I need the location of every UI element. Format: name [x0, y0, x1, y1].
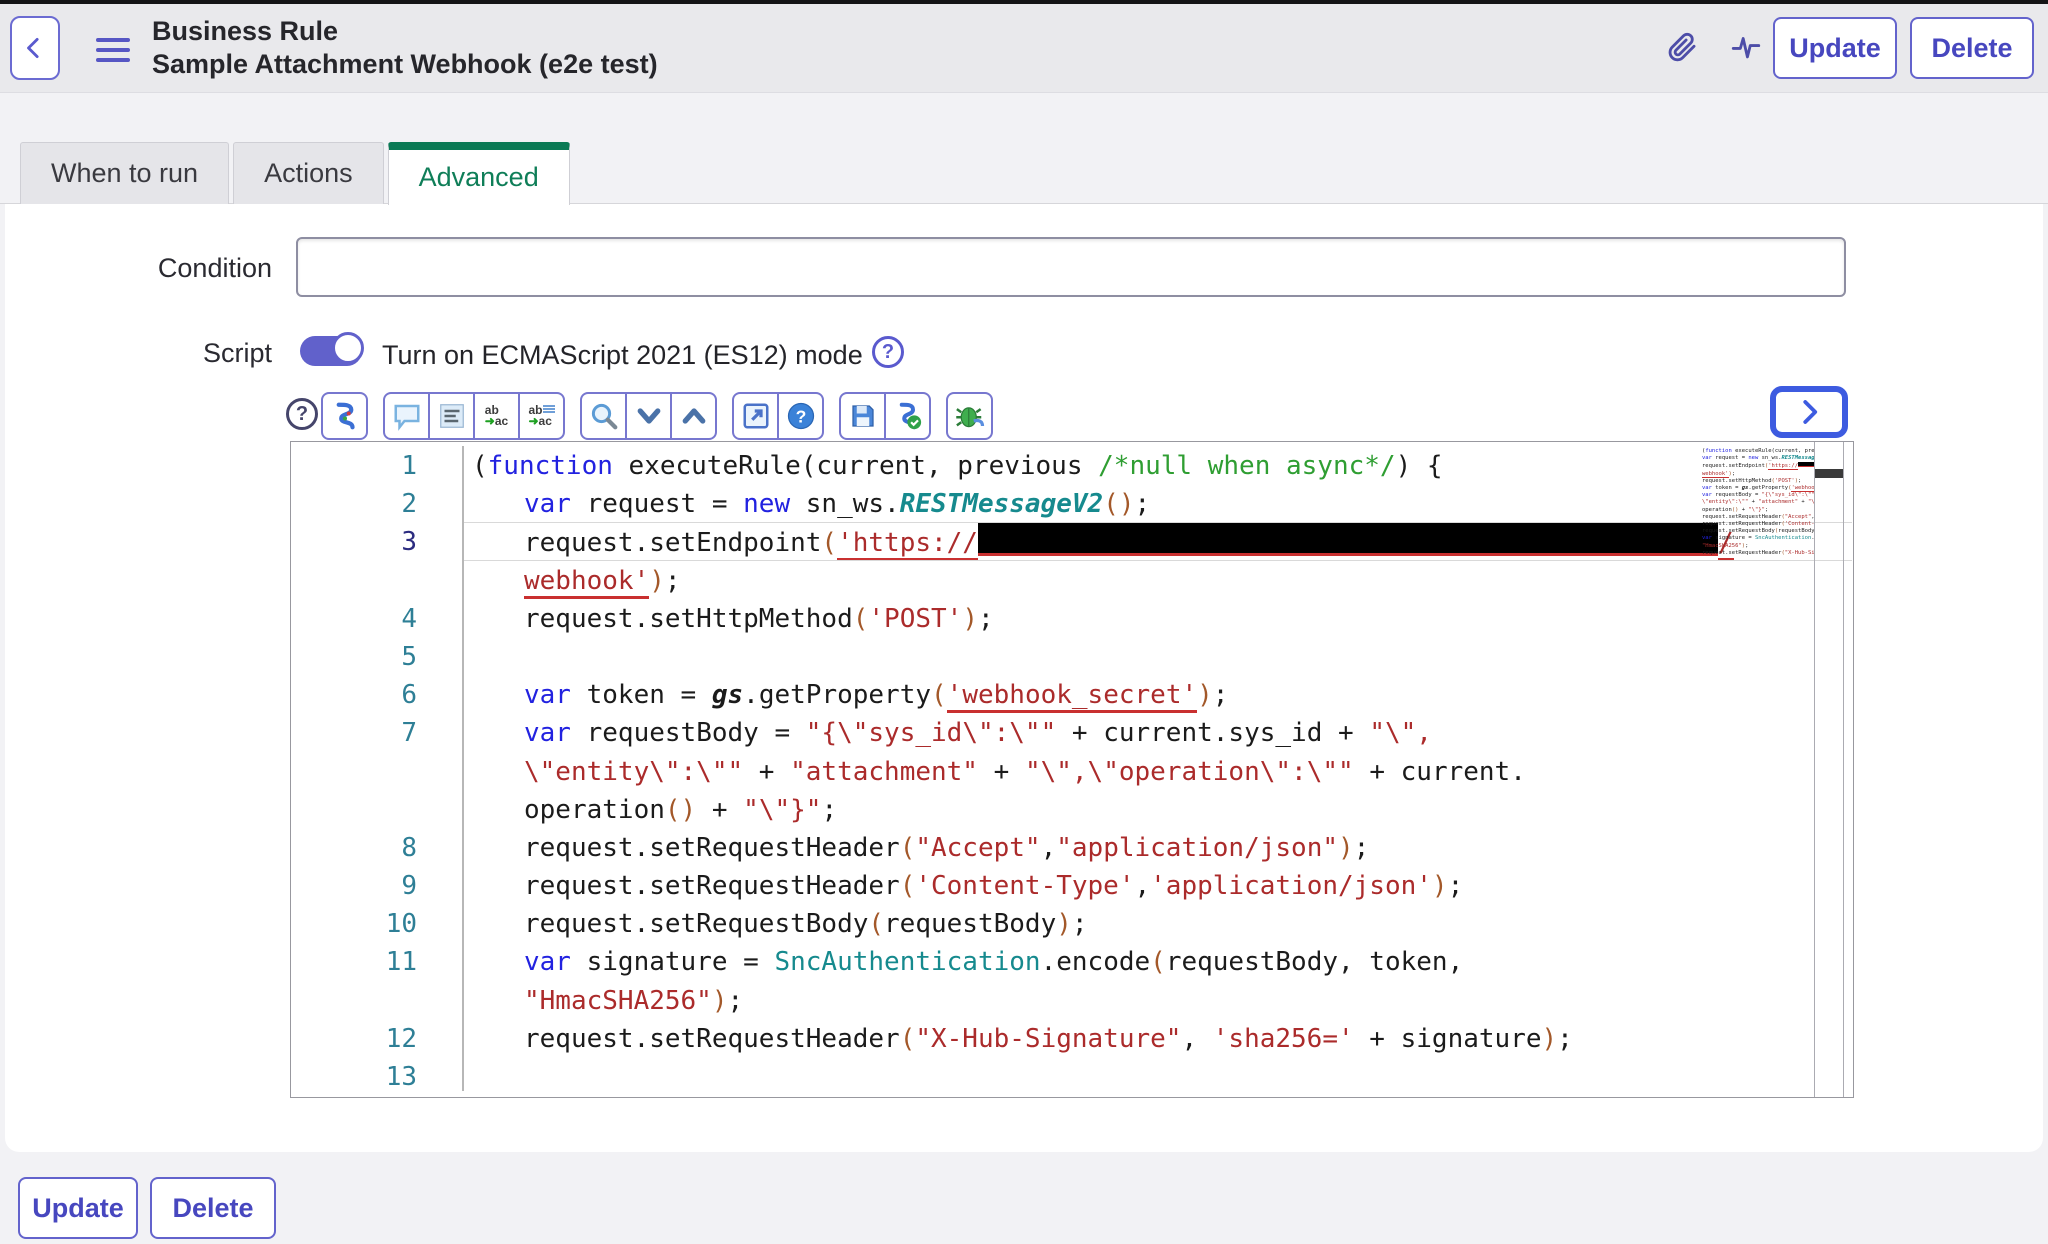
- replace-all-button[interactable]: ab➜ac: [518, 392, 565, 440]
- code-line[interactable]: 11var signature = SncAuthentication.enco…: [291, 943, 1853, 981]
- find-previous-button[interactable]: [670, 392, 717, 440]
- expand-editor-button[interactable]: [1770, 386, 1848, 438]
- line-number: 13: [291, 1058, 417, 1096]
- chevron-right-icon: [1794, 397, 1824, 427]
- toggle-comment-button[interactable]: [383, 392, 430, 440]
- code-line[interactable]: 3request.setEndpoint('https:///: [291, 523, 1853, 561]
- search-button[interactable]: [580, 392, 627, 440]
- save-icon: [848, 401, 878, 431]
- line-number: 5: [291, 638, 417, 676]
- scrollbar-thumb[interactable]: [1815, 469, 1843, 478]
- record-name-subtitle: Sample Attachment Webhook (e2e test): [152, 48, 658, 81]
- line-number: 2: [291, 485, 417, 523]
- line-number: 10: [291, 905, 417, 943]
- script-check-icon: [893, 401, 923, 431]
- code-line[interactable]: 13: [291, 1058, 1853, 1096]
- tab-actions[interactable]: Actions: [233, 142, 384, 204]
- find-next-icon: [634, 401, 664, 431]
- header-delete-button[interactable]: Delete: [1910, 17, 2034, 79]
- script-label: Script: [12, 338, 272, 369]
- toggle-comment-icon: [392, 401, 422, 431]
- script-editor[interactable]: 1 (function executeRule(current, previous…: [290, 441, 1854, 1098]
- toolbar-group: [946, 392, 993, 440]
- code-line[interactable]: 12request.setRequestHeader("X-Hub-Signat…: [291, 1020, 1853, 1058]
- condition-label: Condition: [12, 253, 272, 284]
- debug-icon: [955, 401, 985, 431]
- footer-update-button[interactable]: Update: [18, 1177, 138, 1239]
- toolbar-group: [321, 392, 368, 440]
- activity-button[interactable]: [1724, 22, 1768, 72]
- code-line[interactable]: 8request.setRequestHeader("Accept","appl…: [291, 829, 1853, 867]
- script-check-button[interactable]: [884, 392, 931, 440]
- line-number: 3: [291, 523, 417, 561]
- condition-input[interactable]: [296, 237, 1846, 297]
- code-line[interactable]: 6var token = gs.getProperty('webhook_sec…: [291, 676, 1853, 714]
- code-line[interactable]: 10request.setRequestBody(requestBody);: [291, 905, 1853, 943]
- activity-icon: [1729, 30, 1763, 64]
- code-line[interactable]: 2var request = new sn_ws.RESTMessageV2()…: [291, 485, 1853, 523]
- script-help-icon[interactable]: ?: [286, 398, 318, 430]
- line-number: 1: [291, 447, 417, 485]
- attachment-button[interactable]: [1660, 22, 1704, 72]
- editor-help-icon: ?: [786, 401, 816, 431]
- svg-text:?: ?: [795, 406, 806, 426]
- code-line[interactable]: 5: [291, 638, 1853, 676]
- attachment-icon: [1665, 30, 1699, 64]
- search-icon: [589, 401, 619, 431]
- tab-bar: When to runActionsAdvanced: [20, 133, 574, 204]
- code-minimap: (function executeRule(current, previous …: [1702, 448, 1814, 653]
- form-header: Business Rule Sample Attachment Webhook …: [0, 4, 2048, 93]
- chevron-left-icon: [22, 33, 48, 63]
- page-title-block: Business Rule Sample Attachment Webhook …: [152, 15, 658, 81]
- syntax-macros-button[interactable]: [321, 392, 368, 440]
- toolbar-group: [580, 392, 717, 440]
- replace-button[interactable]: ab➜ac: [473, 392, 520, 440]
- code-line[interactable]: 4request.setHttpMethod('POST');: [291, 600, 1853, 638]
- line-number: 6: [291, 676, 417, 714]
- code-line[interactable]: webhook');: [291, 562, 1853, 600]
- back-button[interactable]: [10, 16, 60, 80]
- editor-scrollbar[interactable]: [1814, 442, 1844, 1097]
- es-mode-label: Turn on ECMAScript 2021 (ES12) mode: [382, 340, 863, 371]
- replace-icon: ab➜ac: [485, 405, 508, 427]
- tab-when-to-run[interactable]: When to run: [20, 142, 229, 204]
- replace-all-icon: ab➜ac: [528, 405, 554, 427]
- format-code-button[interactable]: [428, 392, 475, 440]
- line-number: 9: [291, 867, 417, 905]
- editor-help-button[interactable]: ?: [777, 392, 824, 440]
- code-line[interactable]: 1(function executeRule(current, previous…: [291, 447, 1853, 485]
- footer-delete-button[interactable]: Delete: [150, 1177, 276, 1239]
- code-line[interactable]: 9request.setRequestHeader('Content-Type'…: [291, 867, 1853, 905]
- find-next-button[interactable]: [625, 392, 672, 440]
- redacted-url: [978, 523, 1718, 556]
- code-line[interactable]: operation() + "\"}";: [291, 791, 1853, 829]
- code-line[interactable]: \"entity\":\"" + "attachment" + "\",\"op…: [291, 753, 1853, 791]
- find-previous-icon: [679, 401, 709, 431]
- syntax-macros-icon: [330, 401, 360, 431]
- line-number: 11: [291, 943, 417, 981]
- open-in-new-window-button[interactable]: [732, 392, 779, 440]
- line-number: 12: [291, 1020, 417, 1058]
- record-type-title: Business Rule: [152, 15, 658, 48]
- code-line[interactable]: "HmacSHA256");: [291, 982, 1853, 1020]
- header-update-button[interactable]: Update: [1773, 17, 1897, 79]
- toolbar-group: [839, 392, 931, 440]
- toolbar-group: ?: [732, 392, 824, 440]
- es-mode-help-icon[interactable]: ?: [872, 336, 904, 368]
- editor-toolbar: ab➜ac ab➜ac?: [321, 392, 1008, 440]
- line-number: 7: [291, 714, 417, 752]
- open-in-new-window-icon: [741, 401, 771, 431]
- line-number: 4: [291, 600, 417, 638]
- context-menu-button[interactable]: [96, 38, 130, 62]
- code-line[interactable]: 7var requestBody = "{\"sys_id\":\"" + cu…: [291, 714, 1853, 752]
- line-number: 8: [291, 829, 417, 867]
- save-button[interactable]: [839, 392, 886, 440]
- debug-button[interactable]: [946, 392, 993, 440]
- code-area[interactable]: 1 (function executeRule(current, previous…: [291, 447, 1853, 1096]
- toggle-knob: [332, 332, 364, 364]
- toolbar-group: ab➜ac ab➜ac: [383, 392, 565, 440]
- format-code-icon: [437, 401, 467, 431]
- es-mode-toggle[interactable]: [300, 336, 362, 366]
- tab-advanced[interactable]: Advanced: [388, 142, 570, 205]
